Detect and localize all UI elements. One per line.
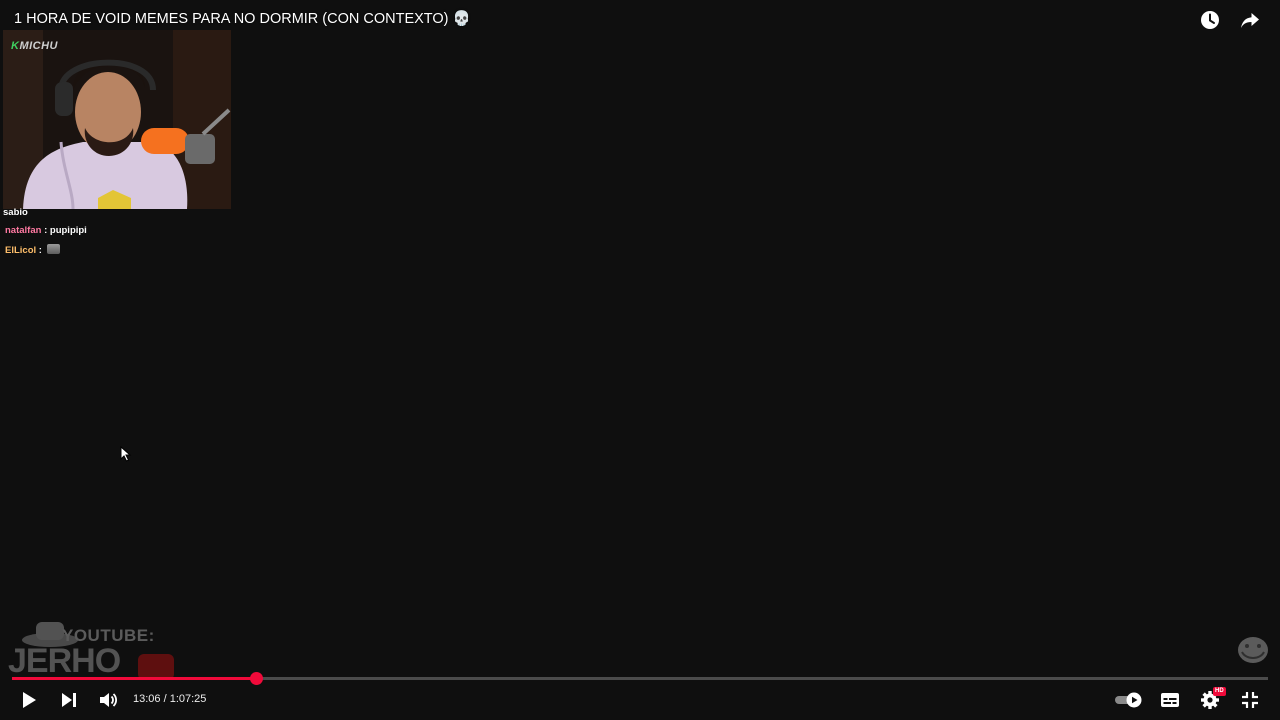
share-button[interactable] [1240,10,1260,30]
webcam-channel-logo: KMICHU [11,40,59,52]
current-time: 13:06 [133,693,161,705]
progress-scrubber-handle[interactable] [250,672,264,685]
chat-username: natalfan [5,225,42,236]
chat-message: natalfan : pupipipi [5,225,87,236]
troll-face-watermark-icon [1238,637,1268,663]
webcam-overlay: KMICHU [3,30,231,209]
play-button[interactable] [18,689,40,711]
mouse-cursor-icon [120,446,132,462]
watch-later-button[interactable] [1200,10,1220,30]
chat-text: pupipipi [49,225,87,236]
streamer-webcam-image [3,30,231,209]
time-display: 13:06 / 1:07:25 [133,693,207,705]
streamer-name: sabio [3,207,28,218]
captions-icon [1161,693,1179,707]
volume-icon [100,693,118,707]
share-arrow-icon [1241,13,1259,28]
captions-button[interactable] [1159,689,1181,711]
next-icon [62,693,76,707]
channel-watermark: YOUTUBE: JERHO [6,618,176,684]
clock-icon [1201,11,1219,29]
chat-message: ElLicol : [5,244,60,256]
autoplay-toggle[interactable] [1114,692,1144,708]
mute-button[interactable] [97,689,119,711]
duration: 1:07:25 [169,693,207,705]
progress-bar[interactable] [12,672,1268,685]
chat-emote-icon [46,244,60,254]
hd-quality-badge: HD [1213,687,1226,696]
progress-played [12,677,257,680]
exit-fullscreen-icon [1242,692,1258,708]
video-title: 1 HORA DE VOID MEMES PARA NO DORMIR (CON… [14,11,471,27]
next-video-button[interactable] [58,689,80,711]
autoplay-toggle-icon [1115,692,1142,708]
play-icon [23,692,36,708]
exit-fullscreen-button[interactable] [1239,689,1261,711]
settings-button[interactable]: HD [1199,687,1226,711]
chat-username: ElLicol [5,245,37,256]
